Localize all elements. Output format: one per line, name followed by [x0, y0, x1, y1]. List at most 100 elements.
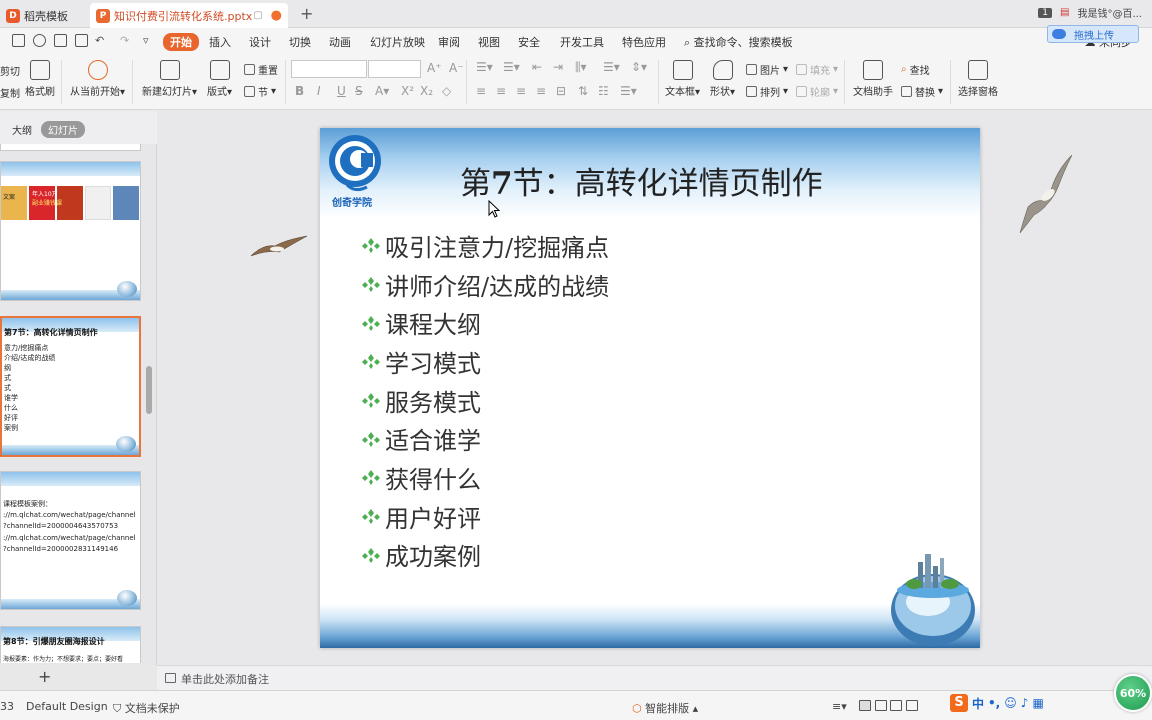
- reading-view-icon[interactable]: [890, 700, 902, 711]
- redo-icon[interactable]: ↷: [120, 34, 129, 47]
- italic-icon[interactable]: I: [317, 84, 321, 98]
- notes-view-icon[interactable]: [905, 700, 918, 711]
- strikethrough-icon[interactable]: S: [355, 84, 363, 98]
- picture-button[interactable]: 图片 ▾: [746, 62, 788, 77]
- font-family-select[interactable]: [291, 60, 367, 78]
- font-size-select[interactable]: [368, 60, 421, 78]
- format-painter-button[interactable]: 格式刷: [25, 60, 55, 98]
- columns-icon[interactable]: ⫼▾: [575, 60, 587, 75]
- tab-slideshow[interactable]: 幻灯片放映: [370, 34, 425, 50]
- textbox-button[interactable]: 文本框▾: [665, 60, 700, 98]
- tab-window-icon[interactable]: ▢: [253, 10, 262, 21]
- add-slide-plus-icon[interactable]: +: [38, 667, 51, 686]
- tab-view[interactable]: 视图: [478, 34, 500, 50]
- user-name[interactable]: 我是钱°@百...: [1077, 5, 1142, 20]
- reset-button[interactable]: 重置: [244, 62, 278, 77]
- bold-icon[interactable]: B: [295, 84, 304, 98]
- align-left-icon[interactable]: ≡: [476, 84, 486, 98]
- tab-features[interactable]: 特色应用: [622, 34, 666, 50]
- tab-developer[interactable]: 开发工具: [560, 34, 604, 50]
- replace-button[interactable]: 替换 ▾: [901, 84, 943, 99]
- increase-indent-icon[interactable]: ⇥: [553, 60, 563, 74]
- slide-bullet-list[interactable]: 吸引注意力/挖掘痛点 讲师介绍/达成的战绩 课程大纲 学习模式 服务模式 适合谁…: [360, 226, 609, 574]
- slide-footer-band: [320, 604, 980, 648]
- tab-document[interactable]: P 知识付费引流转化系统.pptx ▢ ●: [90, 3, 288, 28]
- tab-outline[interactable]: 大纲: [12, 122, 32, 137]
- paragraph-icon[interactable]: ☷: [598, 84, 609, 98]
- font-color-icon[interactable]: A▾: [375, 84, 389, 98]
- cut-button[interactable]: 剪切: [0, 63, 20, 78]
- shape-button[interactable]: 形状▾: [710, 60, 735, 98]
- tab-start[interactable]: 开始: [163, 33, 199, 51]
- thumbnail-scrollbar[interactable]: [146, 366, 152, 414]
- fill-button[interactable]: 填充 ▾: [796, 62, 838, 77]
- slide-sorter-view-icon[interactable]: [874, 700, 887, 711]
- tab-design[interactable]: 设计: [249, 34, 271, 50]
- slideshow-from-current-button[interactable]: 从当前开始▾: [70, 60, 125, 98]
- slide-title[interactable]: 第7节：高转化详情页制作: [460, 158, 823, 203]
- copy-button[interactable]: 复制: [0, 85, 20, 100]
- underline-icon[interactable]: U: [337, 84, 346, 98]
- section-button[interactable]: 节 ▾: [244, 84, 276, 99]
- find-button[interactable]: ⌕ 查找: [901, 62, 930, 77]
- tab-slides[interactable]: 幻灯片: [41, 121, 85, 138]
- tab-security[interactable]: 安全: [518, 34, 540, 50]
- paragraph-spacing-icon[interactable]: ⇅: [578, 84, 588, 98]
- align-right-icon[interactable]: ≡: [516, 84, 526, 98]
- tab-animation[interactable]: 动画: [329, 34, 351, 50]
- justify-icon[interactable]: ≡: [536, 84, 546, 98]
- print-icon[interactable]: [54, 34, 67, 47]
- notes-bar[interactable]: 单击此处添加备注: [157, 665, 1152, 690]
- text-align-icon[interactable]: ☰▾: [620, 84, 637, 98]
- font-grow-icon[interactable]: A⁺: [427, 61, 442, 75]
- export-icon[interactable]: [33, 34, 46, 47]
- subscript-icon[interactable]: X₂: [420, 84, 433, 98]
- slide-canvas[interactable]: 创奇学院 第7节：高转化详情页制作 吸引注意力/挖掘痛点 讲师介绍/达成的战绩 …: [320, 128, 980, 648]
- shield-icon: ⛉: [113, 702, 122, 715]
- undo-icon[interactable]: ↶: [95, 34, 104, 47]
- new-tab-plus-icon[interactable]: +: [300, 4, 316, 23]
- slide-thumbnail-3[interactable]: 课程模板案例： ://m.qlchat.com/wechat/page/chan…: [0, 471, 141, 610]
- slide-thumbnail-2-selected[interactable]: 第7节：高转化详情页制作 意力/挖掘痛点 介绍/达成的战绩 纲 式 式 谁学 什…: [0, 316, 141, 457]
- print-preview-icon[interactable]: [75, 34, 88, 47]
- user-icon[interactable]: ▤: [1060, 7, 1069, 18]
- new-slide-button[interactable]: 新建幻灯片▾: [142, 60, 197, 98]
- ime-toolbar[interactable]: S 中 •, ☺ ♪ ▦: [950, 694, 1044, 712]
- normal-view-icon[interactable]: [859, 700, 871, 711]
- align-center-icon[interactable]: ≡: [496, 84, 506, 98]
- selection-pane-button[interactable]: 选择窗格: [958, 60, 998, 98]
- tab-docer-templates[interactable]: D 稻壳模板: [0, 3, 84, 28]
- zoom-level-indicator[interactable]: 60%: [1114, 674, 1152, 712]
- text-direction-icon[interactable]: ⇕▾: [631, 60, 647, 74]
- outline-button[interactable]: 轮廓 ▾: [796, 84, 838, 99]
- quick-access-dropdown-icon[interactable]: ▿: [143, 34, 149, 47]
- document-protection[interactable]: ⛉ 文档未保护: [113, 700, 180, 716]
- unsaved-dot-icon: ●: [270, 8, 282, 23]
- distribute-icon[interactable]: ⊟: [556, 84, 566, 98]
- doc-helper-button[interactable]: 文档助手: [853, 60, 893, 98]
- smart-layout-button[interactable]: ⬡ 智能排版 ▴: [632, 700, 698, 716]
- font-shrink-icon[interactable]: A⁻: [449, 61, 464, 75]
- save-icon[interactable]: [12, 34, 25, 47]
- notes-placeholder[interactable]: 单击此处添加备注: [181, 671, 269, 687]
- slide-thumbnail-1[interactable]: 年入10万 副业赚钱课 文案: [0, 161, 141, 301]
- tab-insert[interactable]: 插入: [209, 34, 231, 50]
- drag-upload-popup[interactable]: 拖拽上传: [1047, 25, 1139, 43]
- numbered-list-icon[interactable]: ☰▾: [503, 60, 520, 74]
- slide-editing-area: 创奇学院 第7节：高转化详情页制作 吸引注意力/挖掘痛点 讲师介绍/达成的战绩 …: [157, 111, 1152, 665]
- design-name[interactable]: Default Design: [26, 700, 108, 713]
- diamond-bullet-icon: [362, 315, 380, 331]
- layout-button[interactable]: 版式▾: [207, 60, 232, 98]
- line-spacing-icon[interactable]: ☰▾: [603, 60, 620, 74]
- bullet-list-icon[interactable]: ☰▾: [476, 60, 493, 74]
- tab-review[interactable]: 审阅: [438, 34, 460, 50]
- slide-thumbnail-partial[interactable]: [0, 144, 141, 151]
- arrange-button[interactable]: 排列 ▾: [746, 84, 788, 99]
- slide-thumbnail-4[interactable]: 第8节：引爆朋友圈海报设计 海报要素：作为力；不想要求；要点；要好看: [0, 626, 141, 663]
- tab-transitions[interactable]: 切换: [289, 34, 311, 50]
- decrease-indent-icon[interactable]: ⇤: [532, 60, 542, 74]
- clear-format-icon[interactable]: ◇: [442, 84, 451, 98]
- superscript-icon[interactable]: X²: [401, 84, 414, 98]
- command-search[interactable]: ⌕ 查找命令、搜索模板: [684, 34, 793, 50]
- notes-toggle-icon[interactable]: ≡▾: [832, 700, 847, 713]
